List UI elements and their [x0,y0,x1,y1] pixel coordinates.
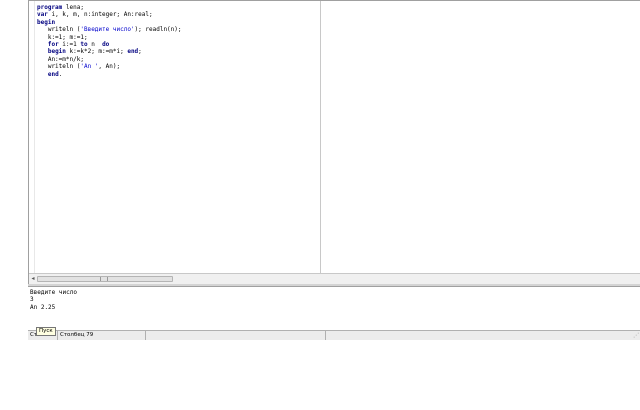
code-token: k:=1; m:=1; [37,33,88,41]
code-token: lena; [62,4,84,11]
scrollbar-grip-icon [100,277,108,281]
code-token: k:=k*2; m:=m*i; [65,48,128,56]
editor-blank-area [322,1,640,273]
editor-gutter [29,1,35,273]
code-keyword: var [37,11,48,19]
resize-grip-icon[interactable]: ⋰ [633,333,639,339]
output-pane: Введите число 3 An 2.25 [28,286,640,330]
status-column: Столбец 79 [58,331,146,340]
status-bar: Ст Столбец 79 ⋰ [28,330,640,340]
code-keyword: for [47,41,59,49]
code-token: n [87,41,103,49]
status-empty [146,331,326,340]
code-token: An:=m*n/k; [37,55,84,63]
code-line[interactable]: var i, k, m, n:integer; An:real; [37,11,182,18]
scrollbar-thumb[interactable] [37,276,173,282]
code-line[interactable]: program lena; [37,4,182,11]
code-token: writeln ( [37,26,81,34]
code-string: 'An ' [80,63,99,71]
code-editor[interactable]: program lena; var i, k, m, n:integer; An:… [29,1,321,273]
code-line[interactable]: An:=m*n/k; [37,56,182,63]
output-line: 3 [30,296,34,304]
code-line[interactable]: end. [37,71,182,78]
run-tooltip: Пуск [36,327,56,336]
code-line[interactable]: writeln ('Введите число'); readln(n); [37,26,182,33]
scroll-left-icon[interactable]: ◂ [29,275,37,283]
code-keyword: program [37,4,63,11]
editor-pane: program lena; var i, k, m, n:integer; An:… [28,0,640,284]
code-keyword: to [80,41,88,49]
code-line[interactable]: begin k:=k*2; m:=m*i; end; [37,48,182,55]
code-line[interactable]: begin [37,19,182,26]
code-token: i:=1 [58,41,81,49]
output-line: Введите число [30,289,77,296]
code-string: 'Введите число' [80,26,135,34]
code-token: i, k, m, n:integer; An:real; [47,11,153,19]
code-token: ; [138,48,142,56]
code-line[interactable]: writeln ('An ', An); [37,63,182,70]
code-token: , An); [98,63,121,71]
output-line: An 2.25 [30,303,56,311]
code-keyword: end [127,48,139,56]
code-keyword: do [102,41,110,49]
code-keyword: begin [37,18,56,26]
code-keyword: end [47,70,59,78]
code-token: . [58,70,63,78]
code-text[interactable]: program lena; var i, k, m, n:integer; An:… [37,4,182,78]
code-token: writeln ( [37,63,81,71]
code-keyword: begin [47,48,66,56]
horizontal-scrollbar[interactable]: ◂ [29,273,640,284]
code-line[interactable]: k:=1; m:=1; [37,34,182,41]
code-token: ); readln(n); [134,26,182,34]
code-line[interactable]: for i:=1 to n do [37,41,182,48]
output-text: Введите число 3 An 2.25 [30,289,77,311]
